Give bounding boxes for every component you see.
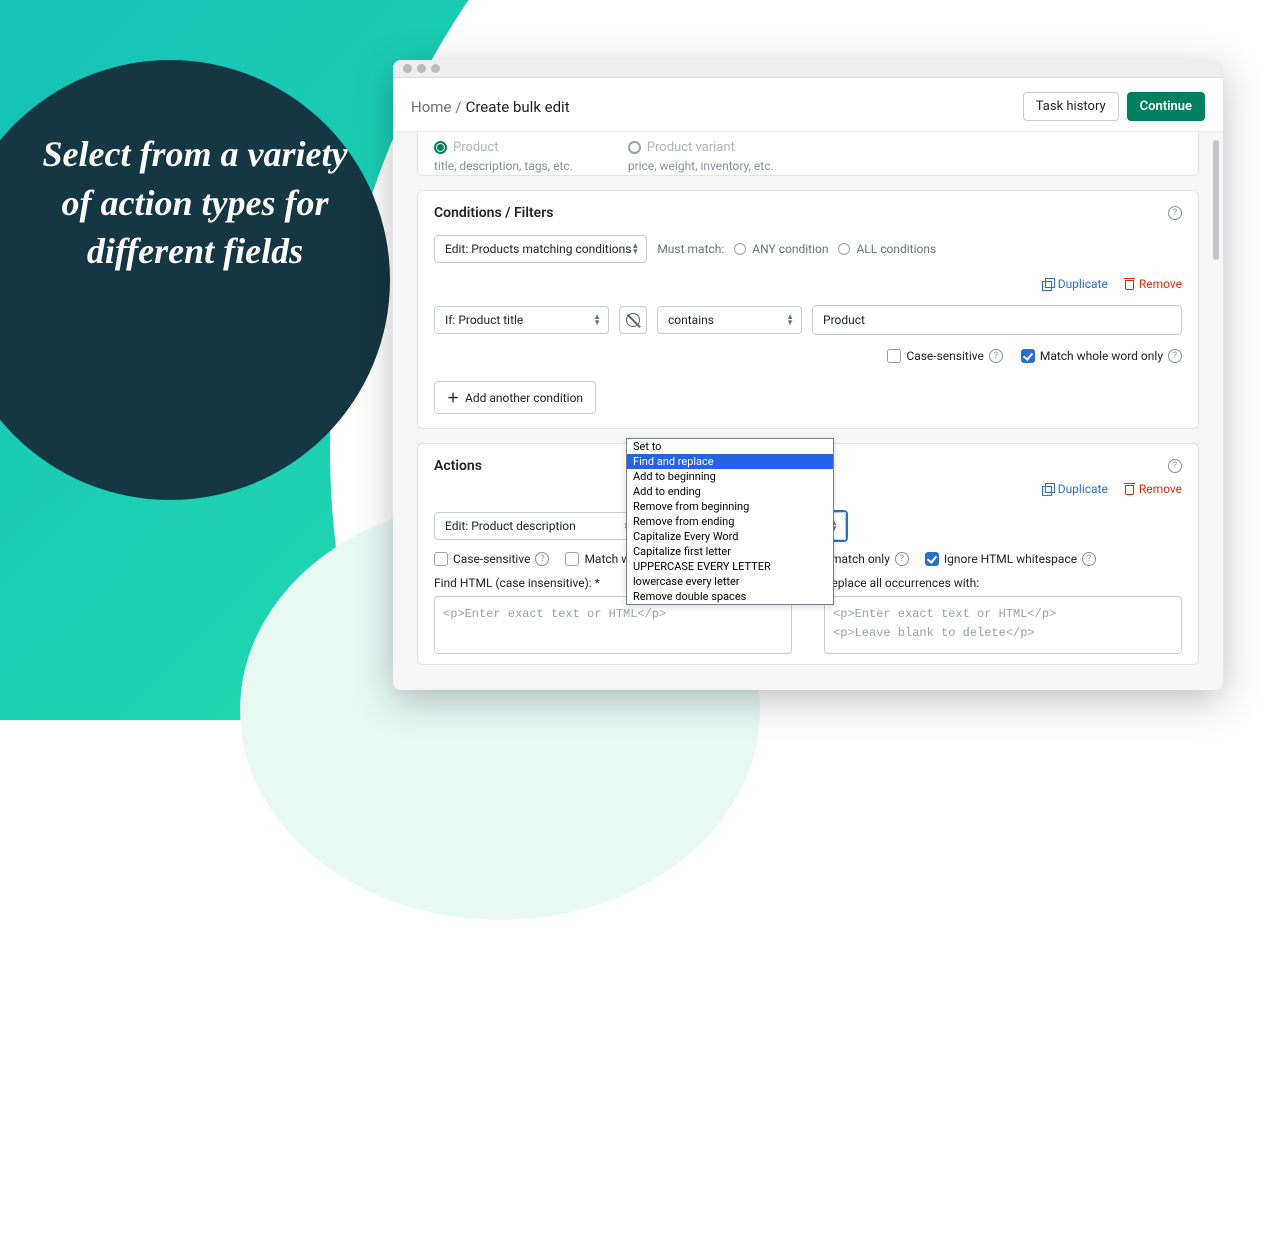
ignore-html-checkbox[interactable]: Ignore HTML whitespace? <box>925 552 1096 566</box>
replace-label: Replace all occurrences with: <box>808 574 1198 592</box>
trash-icon <box>1124 278 1135 290</box>
actions-title: Actions <box>434 458 482 474</box>
dropdown-option[interactable]: Set to <box>627 439 833 454</box>
remove-condition-button[interactable]: Remove <box>1124 277 1182 291</box>
conditions-title: Conditions / Filters <box>434 205 553 221</box>
dropdown-option[interactable]: Capitalize Every Word <box>627 529 833 544</box>
replace-textarea[interactable]: <p>Enter exact text or HTML</p> <p>Leave… <box>824 596 1182 654</box>
help-icon[interactable]: ? <box>1168 459 1182 473</box>
plus-icon: ＋ <box>447 389 459 406</box>
traffic-light-zoom[interactable] <box>431 64 440 73</box>
task-history-button[interactable]: Task history <box>1023 92 1119 121</box>
scrollbar-thumb[interactable] <box>1213 140 1219 260</box>
main-scroll: Product title, description, tags, etc. P… <box>393 132 1223 690</box>
dropdown-option[interactable]: Capitalize first letter <box>627 544 833 559</box>
trash-icon <box>1124 483 1135 495</box>
radio-icon <box>838 243 850 255</box>
add-condition-button[interactable]: ＋Add another condition <box>434 381 596 414</box>
breadcrumb: Home/Create bulk edit <box>411 98 570 116</box>
promo-text: Select from a variety of action types fo… <box>40 130 350 276</box>
prohibit-icon <box>626 313 640 327</box>
all-conditions-radio[interactable]: ALL conditions <box>838 242 936 256</box>
action-type-dropdown[interactable]: Set toFind and replaceAdd to beginningAd… <box>626 438 834 605</box>
match-whole-word-checkbox[interactable]: Match whole word only? <box>1021 349 1182 363</box>
dropdown-option[interactable]: Remove double spaces <box>627 589 833 604</box>
duplicate-condition-button[interactable]: Duplicate <box>1042 277 1108 291</box>
radio-icon <box>734 243 746 255</box>
radio-product-label: Product <box>453 140 498 155</box>
help-icon[interactable]: ? <box>895 552 909 566</box>
radio-variant-label: Product variant <box>647 140 735 155</box>
edit-scope-select[interactable]: Edit: Products matching conditions▲▼ <box>434 235 647 263</box>
help-icon[interactable]: ? <box>535 552 549 566</box>
case-sensitive-checkbox[interactable]: Case-sensitive? <box>887 349 1002 363</box>
traffic-light-close[interactable] <box>403 64 412 73</box>
traffic-light-minimize[interactable] <box>417 64 426 73</box>
help-icon[interactable]: ? <box>1168 349 1182 363</box>
dropdown-option[interactable]: lowercase every letter <box>627 574 833 589</box>
dropdown-option[interactable]: Find and replace <box>627 454 833 469</box>
topbar: Home/Create bulk edit Task history Conti… <box>393 78 1223 132</box>
window-titlebar <box>393 60 1223 78</box>
radio-variant[interactable] <box>628 141 641 154</box>
action-field-select[interactable]: Edit: Product description▲▼ <box>434 512 639 540</box>
radio-product-sub: title, description, tags, etc. <box>434 159 573 173</box>
help-icon[interactable]: ? <box>1082 552 1096 566</box>
dropdown-option[interactable]: Add to beginning <box>627 469 833 484</box>
condition-value-input[interactable] <box>812 305 1182 335</box>
remove-action-button[interactable]: Remove <box>1124 482 1182 496</box>
condition-operator-select[interactable]: contains▲▼ <box>657 306 802 334</box>
any-condition-radio[interactable]: ANY condition <box>734 242 828 256</box>
conditions-card: Conditions / Filters ? Edit: Products ma… <box>417 190 1199 429</box>
dropdown-option[interactable]: Add to ending <box>627 484 833 499</box>
must-match-label: Must match: <box>657 242 724 256</box>
dropdown-option[interactable]: Remove from ending <box>627 514 833 529</box>
help-icon[interactable]: ? <box>989 349 1003 363</box>
negate-operator-button[interactable] <box>619 306 647 334</box>
radio-variant-sub: price, weight, inventory, etc. <box>628 159 774 173</box>
radio-product[interactable] <box>434 141 447 154</box>
continue-button[interactable]: Continue <box>1127 92 1205 121</box>
duplicate-action-button[interactable]: Duplicate <box>1042 482 1108 496</box>
breadcrumb-home[interactable]: Home <box>411 98 451 116</box>
help-icon[interactable]: ? <box>1168 206 1182 220</box>
dropdown-option[interactable]: UPPERCASE EVERY LETTER <box>627 559 833 574</box>
breadcrumb-current: Create bulk edit <box>466 98 570 116</box>
app-window: Home/Create bulk edit Task history Conti… <box>393 60 1223 690</box>
duplicate-icon <box>1042 483 1054 495</box>
condition-field-select[interactable]: If: Product title▲▼ <box>434 306 609 334</box>
duplicate-icon <box>1042 278 1054 290</box>
dropdown-option[interactable]: Remove from beginning <box>627 499 833 514</box>
action-case-sensitive-checkbox[interactable]: Case-sensitive? <box>434 552 549 566</box>
